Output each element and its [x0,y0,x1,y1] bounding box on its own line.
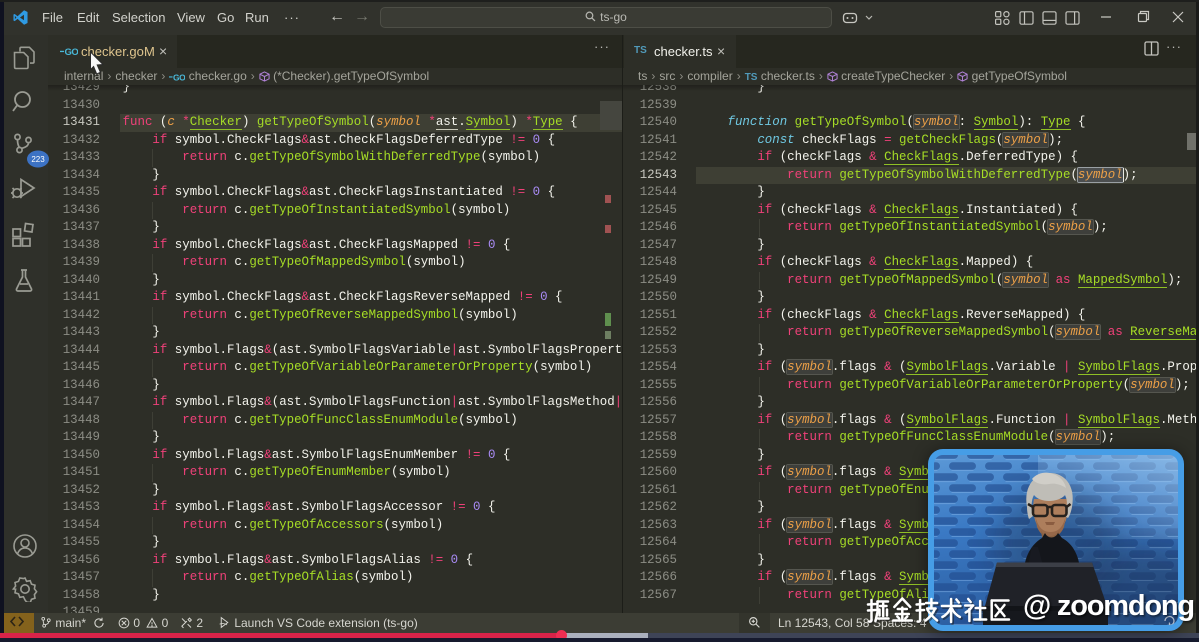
svg-text:GO: GO [65,47,79,56]
svg-text:223: 223 [31,155,45,164]
svg-text:GO: GO [173,73,185,81]
